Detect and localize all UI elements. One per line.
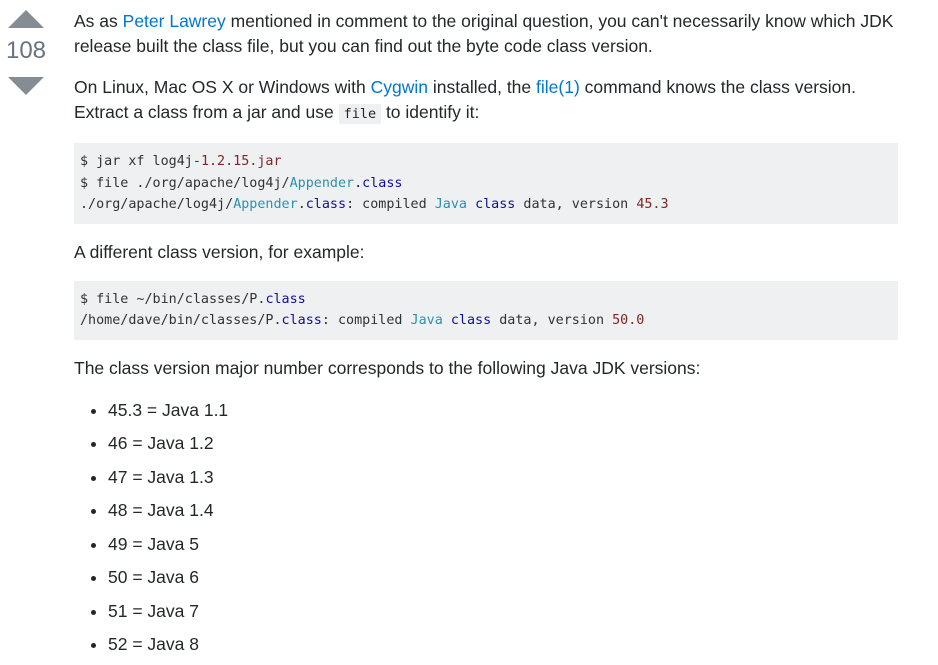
code-block-jar: $ jar xf log4j-1.2.15.jar $ file ./org/a… (74, 143, 898, 224)
list-item: 51 = Java 7 (108, 598, 898, 624)
vote-count: 108 (5, 37, 47, 64)
paragraph-file-command: On Linux, Mac OS X or Windows with Cygwi… (74, 75, 898, 127)
text: As as (74, 11, 123, 31)
text: to identify it: (381, 102, 480, 122)
paragraph-intro: As as Peter Lawrey mentioned in comment … (74, 9, 898, 59)
code-line-2: $ file ./org/apache/log4j/Appender.class (80, 175, 403, 191)
list-item: 45.3 = Java 1.1 (108, 397, 898, 423)
list-item: 48 = Java 1.4 (108, 497, 898, 523)
inline-code-file: file (338, 104, 382, 124)
answer-body: As as Peter Lawrey mentioned in comment … (74, 9, 898, 665)
code-line-3: ./org/apache/log4j/Appender.class: compi… (80, 197, 669, 212)
text: installed, the (428, 77, 537, 97)
code-line-1: $ jar xf log4j-1.2.15.jar (80, 154, 282, 169)
code-block-file: $ file ~/bin/classes/P.class /home/dave/… (74, 280, 898, 340)
file-manpage-link[interactable]: file(1) (536, 77, 580, 97)
list-item: 50 = Java 6 (108, 564, 898, 590)
list-item: 52 = Java 8 (108, 631, 898, 657)
upvote-arrow-icon[interactable] (8, 10, 44, 28)
code-line-2: /home/dave/bin/classes/P.class: compiled… (80, 313, 645, 328)
cygwin-link[interactable]: Cygwin (371, 77, 428, 97)
text: On Linux, Mac OS X or Windows with (74, 77, 371, 97)
vote-controls: 108 (0, 10, 52, 95)
list-item: 46 = Java 1.2 (108, 430, 898, 456)
paragraph-different-version: A different class version, for example: (74, 241, 365, 262)
code-line-1: $ file ~/bin/classes/P.class (80, 291, 306, 307)
list-item: 49 = Java 5 (108, 531, 898, 557)
user-link-peter-lawrey[interactable]: Peter Lawrey (123, 11, 226, 31)
list-item: 47 = Java 1.3 (108, 464, 898, 490)
version-list: 45.3 = Java 1.1 46 = Java 1.2 47 = Java … (74, 397, 898, 658)
downvote-arrow-icon[interactable] (8, 77, 44, 95)
paragraph-version-mapping: The class version major number correspon… (74, 357, 701, 378)
